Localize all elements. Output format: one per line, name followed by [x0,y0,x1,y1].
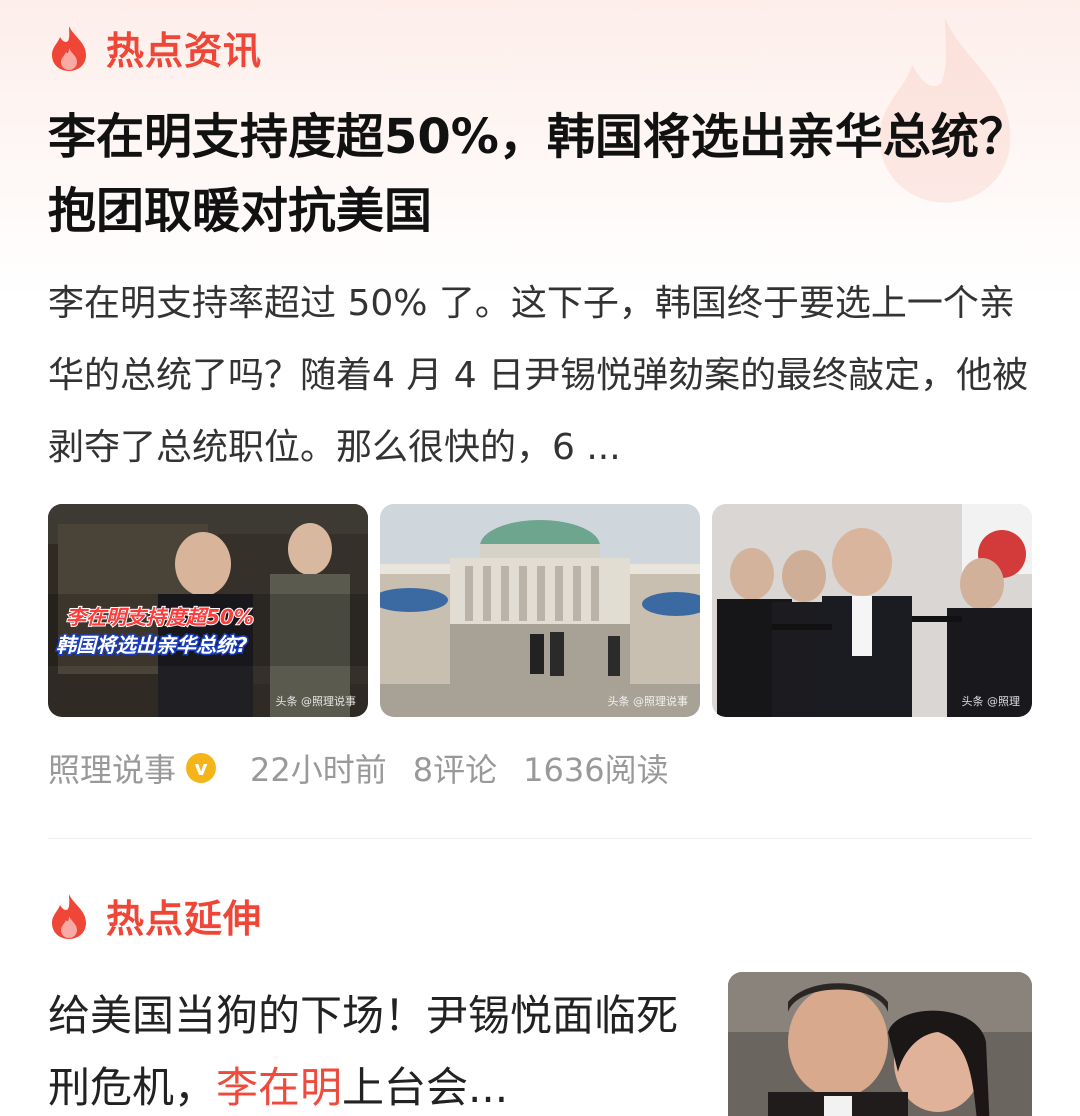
article-headline[interactable]: 李在明支持度超50%，韩国将选出亲华总统？抱团取暖对抗美国 [48,100,1038,248]
related-article-thumbnail[interactable] [728,972,1032,1116]
thumbnail-1[interactable]: 李在明支持度超50% 韩国将选出亲华总统? 头条 @照理说事 [48,504,368,717]
article-thumbnails: 李在明支持度超50% 韩国将选出亲华总统? 头条 @照理说事 头条 @照理说事 … [48,504,1032,717]
thumbnail-2-watermark: 头条 @照理说事 [607,695,689,708]
thumbnail-2[interactable]: 头条 @照理说事 [380,504,700,717]
article-summary[interactable]: 李在明支持率超过 50% 了。这下子，韩国终于要选上一个亲华的总统了吗？随着4 … [48,268,1038,484]
section-header-hot-extension: 热点延伸 [48,888,262,943]
read-count: 1636阅读 [523,751,669,789]
verified-badge-icon: v [186,753,217,783]
article-meta: 照理说事 v 22小时前 8评论 1636阅读 [48,745,669,791]
related-title-highlight[interactable]: 李在明 [216,1063,342,1112]
thumbnail-1-caption: 李在明支持度超50% 韩国将选出亲华总统? [55,604,255,659]
section-divider [48,838,1032,839]
author-name[interactable]: 照理说事 [48,745,176,791]
thumbnail-3-watermark: 头条 @照理 [961,695,1021,708]
thumbnail-1-caption-line2: 韩国将选出亲华总统? [56,633,248,657]
comment-count[interactable]: 8评论 [413,745,497,791]
related-thumbnail-image [728,972,1032,1116]
feed-page: 热点资讯 李在明支持度超50%，韩国将选出亲华总统？抱团取暖对抗美国 李在明支持… [0,0,1080,1116]
flame-icon [52,25,86,71]
section-header-hot-news: 热点资讯 [48,20,262,75]
related-article-title[interactable]: 给美国当狗的下场！尹锡悦面临死刑危机，李在明上台会... [48,980,688,1116]
section-title: 热点资讯 [106,29,263,73]
post-time: 22小时前 [250,751,387,789]
thumbnail-3-image [712,504,1032,717]
thumbnail-3[interactable]: 头条 @照理 [712,504,1032,717]
thumbnail-2-image [380,504,700,717]
thumbnail-1-watermark: 头条 @照理说事 [275,695,357,708]
flame-icon [52,893,86,939]
section-title: 热点延伸 [106,897,263,941]
thumbnail-1-caption-line1: 李在明支持度超50% [66,605,254,629]
related-title-text-end: 上台会... [342,1063,509,1112]
